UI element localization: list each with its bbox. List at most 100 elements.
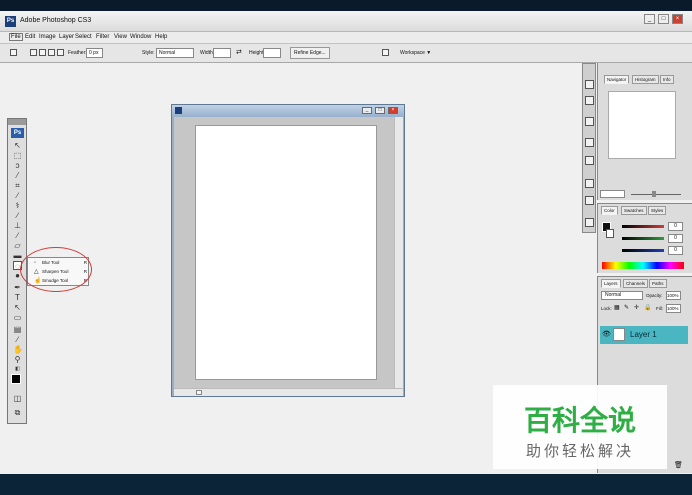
default-colors-icon[interactable]: ◧ bbox=[13, 365, 22, 374]
refine-edge-button[interactable]: Refine Edge... bbox=[290, 47, 330, 59]
tab-navigator[interactable]: Navigator bbox=[604, 75, 630, 84]
paragraph-panel-icon[interactable] bbox=[585, 196, 594, 205]
lasso-tool-icon[interactable]: ↄ bbox=[13, 161, 22, 170]
add-selection-icon[interactable] bbox=[39, 49, 46, 56]
photoshop-app-icon: Ps bbox=[5, 16, 16, 27]
marquee-tool-icon[interactable]: ⬚ bbox=[13, 151, 22, 160]
type-tool-icon[interactable]: T bbox=[13, 293, 22, 302]
gradient-tool-icon[interactable]: ▬ bbox=[13, 251, 22, 260]
pen-tool-icon[interactable]: ✒ bbox=[13, 283, 22, 292]
history-brush-icon[interactable]: ∕ bbox=[13, 231, 22, 240]
hand-tool-icon[interactable]: ✋ bbox=[13, 345, 23, 354]
fill-input[interactable]: 100% bbox=[666, 304, 681, 313]
zoom-tool-icon[interactable]: ⚲ bbox=[13, 355, 22, 364]
navigator-zoom-slider[interactable] bbox=[631, 194, 681, 195]
blue-value[interactable]: 0 bbox=[668, 246, 683, 255]
minimize-button[interactable]: _ bbox=[644, 14, 655, 24]
lock-image-icon[interactable]: ✎ bbox=[624, 304, 629, 311]
clone-source-icon[interactable] bbox=[585, 218, 594, 227]
height-input[interactable] bbox=[263, 48, 281, 58]
move-tool-icon[interactable]: ↖ bbox=[13, 141, 22, 150]
red-value[interactable]: 0 bbox=[668, 222, 683, 231]
eyedropper-tool-icon[interactable]: ∕ bbox=[13, 335, 22, 344]
brush-tool-icon[interactable]: ∕ bbox=[13, 211, 22, 220]
menu-filter[interactable]: Filter bbox=[96, 34, 109, 40]
menu-layer[interactable]: Layer bbox=[59, 34, 74, 40]
path-selection-icon[interactable]: ↖ bbox=[13, 303, 22, 312]
photoshop-logo[interactable]: Ps bbox=[11, 128, 24, 138]
tab-histogram[interactable]: Histogram bbox=[632, 75, 659, 84]
tab-styles[interactable]: Styles bbox=[648, 206, 667, 215]
foreground-color-swatch[interactable] bbox=[11, 374, 21, 384]
tab-color[interactable]: Color bbox=[601, 206, 618, 215]
slice-tool-icon[interactable]: ∕ bbox=[13, 191, 22, 200]
layer-comps-icon[interactable] bbox=[585, 117, 594, 126]
horizontal-scrollbar[interactable] bbox=[174, 388, 403, 396]
clone-stamp-icon[interactable]: ⊥ bbox=[13, 221, 22, 230]
vertical-scrollbar[interactable] bbox=[394, 117, 403, 388]
maximize-button[interactable]: □ bbox=[658, 14, 669, 24]
character-panel-icon[interactable] bbox=[585, 179, 594, 188]
width-input[interactable] bbox=[213, 48, 231, 58]
background-color-chip[interactable] bbox=[606, 229, 614, 238]
trash-icon[interactable]: 🗑 bbox=[674, 461, 683, 469]
lock-transparent-icon[interactable]: ▦ bbox=[614, 304, 620, 311]
actions-panel-icon[interactable] bbox=[585, 156, 594, 165]
tool-presets-icon[interactable] bbox=[585, 96, 594, 105]
tab-layers[interactable]: Layers bbox=[601, 279, 621, 288]
lock-position-icon[interactable]: ✛ bbox=[634, 304, 639, 311]
brushes-panel-icon[interactable] bbox=[585, 80, 594, 89]
navigator-zoom-input[interactable] bbox=[600, 190, 625, 198]
menu-edit[interactable]: Edit bbox=[25, 34, 35, 40]
tab-channels[interactable]: Channels bbox=[623, 279, 649, 288]
subtract-selection-icon[interactable] bbox=[48, 49, 55, 56]
notes-tool-icon[interactable]: ▤ bbox=[13, 325, 22, 334]
history-panel-icon[interactable] bbox=[585, 138, 594, 147]
layer-name[interactable]: Layer 1 bbox=[630, 330, 657, 339]
scroll-thumb[interactable] bbox=[196, 390, 202, 395]
crop-tool-icon[interactable]: ⌗ bbox=[13, 181, 22, 190]
document-canvas[interactable] bbox=[195, 125, 377, 380]
document-titlebar[interactable]: _ □ × bbox=[172, 105, 404, 117]
menu-view[interactable]: View bbox=[114, 34, 127, 40]
doc-minimize-button[interactable]: _ bbox=[362, 107, 372, 114]
green-slider[interactable] bbox=[622, 237, 664, 240]
green-value[interactable]: 0 bbox=[668, 234, 683, 243]
workspace-menu[interactable]: Workspace ▼ bbox=[400, 50, 431, 56]
menu-help[interactable]: Help bbox=[155, 34, 167, 40]
close-button[interactable]: × bbox=[672, 14, 683, 24]
quick-mask-icon[interactable]: ◫ bbox=[13, 394, 22, 403]
color-ramp[interactable] bbox=[602, 262, 684, 269]
eye-icon[interactable]: 👁 bbox=[602, 330, 611, 338]
menu-window[interactable]: Window bbox=[130, 34, 151, 40]
healing-brush-icon[interactable]: ⚕ bbox=[13, 201, 22, 210]
palette-well-icon[interactable] bbox=[382, 49, 389, 56]
menu-select[interactable]: Select bbox=[75, 34, 92, 40]
shape-tool-icon[interactable]: ▭ bbox=[13, 313, 22, 322]
feather-input[interactable]: 0 px bbox=[86, 48, 103, 58]
doc-maximize-button[interactable]: □ bbox=[375, 107, 385, 114]
screen-mode-icon[interactable]: ⧉ bbox=[13, 408, 22, 417]
layer-row[interactable]: 👁 Layer 1 bbox=[600, 326, 688, 344]
navigator-preview[interactable] bbox=[608, 91, 676, 159]
intersect-selection-icon[interactable] bbox=[57, 49, 64, 56]
opacity-input[interactable]: 100% bbox=[666, 291, 681, 300]
swap-icon[interactable]: ⇄ bbox=[236, 48, 242, 56]
tab-paths[interactable]: Paths bbox=[649, 279, 667, 288]
lock-all-icon[interactable]: 🔒 bbox=[644, 304, 651, 311]
tab-info[interactable]: Info bbox=[660, 75, 674, 84]
toolbox-grip[interactable] bbox=[8, 119, 26, 125]
marquee-preset-icon[interactable] bbox=[10, 49, 17, 56]
eraser-tool-icon[interactable]: ▱ bbox=[13, 241, 22, 250]
doc-close-button[interactable]: × bbox=[388, 107, 398, 114]
magic-wand-tool-icon[interactable]: ⁄ bbox=[13, 171, 22, 180]
tab-swatches[interactable]: Swatches bbox=[621, 206, 647, 215]
new-selection-icon[interactable] bbox=[30, 49, 37, 56]
menu-file[interactable]: File bbox=[9, 33, 23, 41]
menu-image[interactable]: Image bbox=[39, 34, 56, 40]
blue-slider[interactable] bbox=[622, 249, 664, 252]
blend-mode-select[interactable]: Normal bbox=[601, 291, 643, 300]
zoom-slider-thumb[interactable] bbox=[652, 191, 656, 197]
red-slider[interactable] bbox=[622, 225, 664, 228]
style-select[interactable]: Normal bbox=[156, 48, 194, 58]
